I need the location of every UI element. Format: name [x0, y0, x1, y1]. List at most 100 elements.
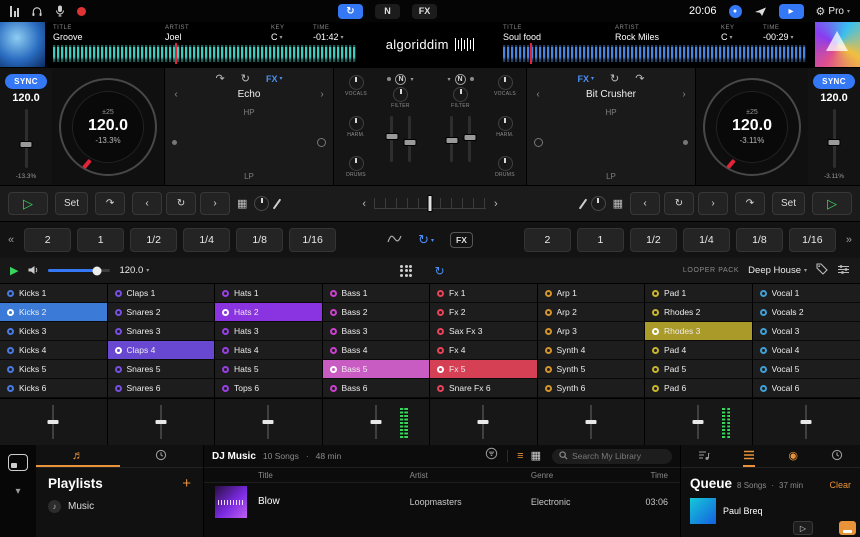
fx-assign-button[interactable]: FX	[450, 232, 473, 248]
beat-length-button[interactable]: 2	[24, 228, 72, 252]
deck2-jog-wheel[interactable]: ±25 120.0 -3.11%	[703, 77, 801, 176]
looper-volume-fader[interactable]	[800, 405, 812, 439]
deck1-fx-name[interactable]: Echo	[182, 89, 316, 100]
looper-cell[interactable]: Snares 2	[107, 303, 214, 322]
neural-mix-icon[interactable]: N	[375, 3, 400, 19]
looper-volume-fader[interactable]	[47, 405, 59, 439]
looper-cell[interactable]: Snares 5	[107, 360, 214, 379]
deck2-fx-name[interactable]: Bit Crusher	[544, 89, 678, 100]
deck2-eq-fader[interactable]	[463, 116, 476, 162]
add-playlist-button[interactable]: +	[182, 476, 191, 491]
crossfader-handle[interactable]	[427, 195, 433, 212]
curve-icon[interactable]	[387, 231, 402, 249]
fader-handle[interactable]	[262, 420, 274, 425]
microphone-icon[interactable]	[55, 5, 65, 17]
looper-cell[interactable]: Pad 1	[645, 284, 752, 303]
deck2-volume-fader[interactable]	[445, 116, 458, 162]
quantize-loop-icon[interactable]: ↻ ▾	[418, 232, 434, 248]
deck2-set-cue-button[interactable]: Set	[771, 192, 805, 215]
cue-dot-icon[interactable]	[387, 77, 392, 81]
deck1-waveform[interactable]	[53, 43, 357, 64]
deck1-time-remaining[interactable]: -01:42 ▾	[313, 32, 357, 42]
fx-icon[interactable]: FX	[412, 3, 437, 19]
deck2-fx-dropdown[interactable]: FX ▾	[578, 74, 595, 84]
automix-plane-icon[interactable]	[754, 6, 767, 17]
fader-handle[interactable]	[585, 420, 597, 425]
fx-loop-icon[interactable]: ↻	[241, 72, 250, 85]
sliders-icon[interactable]	[837, 262, 850, 280]
quantize-icon[interactable]: ↻	[338, 3, 363, 19]
looper-cell[interactable]: Vocal 1	[752, 284, 860, 303]
beat-length-button[interactable]: 1/16	[289, 228, 337, 252]
looper-volume-fader[interactable]	[155, 405, 167, 439]
fader-handle[interactable]	[463, 134, 476, 142]
fx-undo-icon[interactable]: ↷	[635, 72, 644, 85]
looper-cell[interactable]: Pad 4	[645, 341, 752, 360]
deck2-loop-halve-button[interactable]: ‹	[629, 192, 660, 215]
tab-music-library[interactable]: ♬	[36, 445, 120, 467]
automix-icon[interactable]: ◉	[788, 445, 798, 467]
library-source-name[interactable]: DJ Music	[212, 451, 256, 462]
headphones-icon[interactable]	[31, 6, 43, 17]
deck1-loop-halve-button[interactable]: ‹	[132, 192, 163, 215]
deck2-cue-button[interactable]: ↷	[734, 192, 765, 215]
looper-cell[interactable]: Kicks 1	[0, 284, 107, 303]
deck1-neural-toggle[interactable]: N	[395, 73, 407, 85]
deck2-neural-toggle[interactable]: N	[454, 73, 466, 85]
beat-length-button[interactable]: 1/4	[183, 228, 231, 252]
fx-loop-icon[interactable]: ↻	[610, 72, 619, 85]
looper-cell[interactable]: Kicks 3	[0, 322, 107, 341]
deck2-gain-knob[interactable]	[590, 196, 606, 211]
deck1-filter-pad[interactable]: HP LP	[170, 103, 328, 183]
deck1-jog-wheel[interactable]: ±25 120.0 -13.3%	[59, 77, 157, 176]
looper-cell[interactable]: Kicks 6	[0, 379, 107, 398]
beat-length-button[interactable]: 1/8	[735, 228, 783, 252]
pro-menu[interactable]: ⚙ Pro ▾	[816, 5, 850, 18]
looper-volume-fader[interactable]	[370, 405, 382, 439]
deck2-filter-pad[interactable]: HP LP	[532, 103, 690, 183]
collapse-library-icon[interactable]: ▾	[15, 486, 20, 497]
looper-cell[interactable]: Pad 6	[645, 379, 752, 398]
deck1-grid-icon[interactable]: ▦	[237, 197, 247, 210]
deck1-filter-knob[interactable]	[393, 87, 408, 102]
fader-handle[interactable]	[385, 133, 398, 141]
looper-cell[interactable]: Rhodes 2	[645, 303, 752, 322]
looper-cell[interactable]: Claps 4	[107, 341, 214, 360]
looper-volume-fader[interactable]	[262, 405, 274, 439]
deck1-play-button[interactable]: ▷	[8, 192, 48, 215]
looper-cell[interactable]: Bass 3	[322, 322, 429, 341]
looper-cell[interactable]: Vocals 2	[752, 303, 860, 322]
play-window-icon[interactable]: ▸	[778, 3, 804, 19]
crossfader-right-icon[interactable]: ›	[494, 198, 498, 210]
deck1-eq-fader[interactable]	[385, 116, 398, 162]
looper-cell[interactable]: Bass 5	[322, 360, 429, 379]
deck1-needle-icon[interactable]	[273, 198, 282, 209]
looper-cell[interactable]: Vocal 3	[752, 322, 860, 341]
looper-cell[interactable]: Vocal 6	[752, 379, 860, 398]
looper-volume-fader[interactable]	[585, 405, 597, 439]
looper-volume-slider[interactable]	[48, 266, 111, 275]
looper-grid-view-icon[interactable]	[400, 264, 413, 277]
deck2-needle-icon[interactable]	[578, 198, 587, 209]
deck2-filter-knob[interactable]	[453, 87, 468, 102]
tab-playlist-notes[interactable]	[698, 445, 710, 467]
history-clock-icon[interactable]	[831, 445, 843, 467]
beat-length-button[interactable]: 1/8	[236, 228, 284, 252]
looper-cell[interactable]: Claps 1	[107, 284, 214, 303]
deck2-waveform[interactable]	[503, 43, 807, 64]
deck1-gain-knob[interactable]	[254, 196, 270, 211]
clear-queue-button[interactable]: Clear	[829, 480, 851, 490]
deck1-loop-double-button[interactable]: ›	[200, 192, 231, 215]
looper-play-button[interactable]: ▶	[10, 264, 18, 277]
fx-next-icon[interactable]: ›	[316, 89, 328, 100]
beat-length-button[interactable]: 1/2	[130, 228, 178, 252]
deck1-drums-knob[interactable]	[348, 156, 364, 171]
looper-cell[interactable]: Vocal 4	[752, 341, 860, 360]
beat-length-button[interactable]: 1	[576, 228, 624, 252]
looper-cell[interactable]: Hats 5	[215, 360, 322, 379]
beat-length-button[interactable]: 2	[523, 228, 571, 252]
search-input[interactable]	[572, 451, 665, 461]
deck2-vocals-knob[interactable]	[497, 75, 513, 90]
looper-cell[interactable]: Synth 5	[537, 360, 644, 379]
looper-volume-fader[interactable]	[692, 405, 704, 439]
